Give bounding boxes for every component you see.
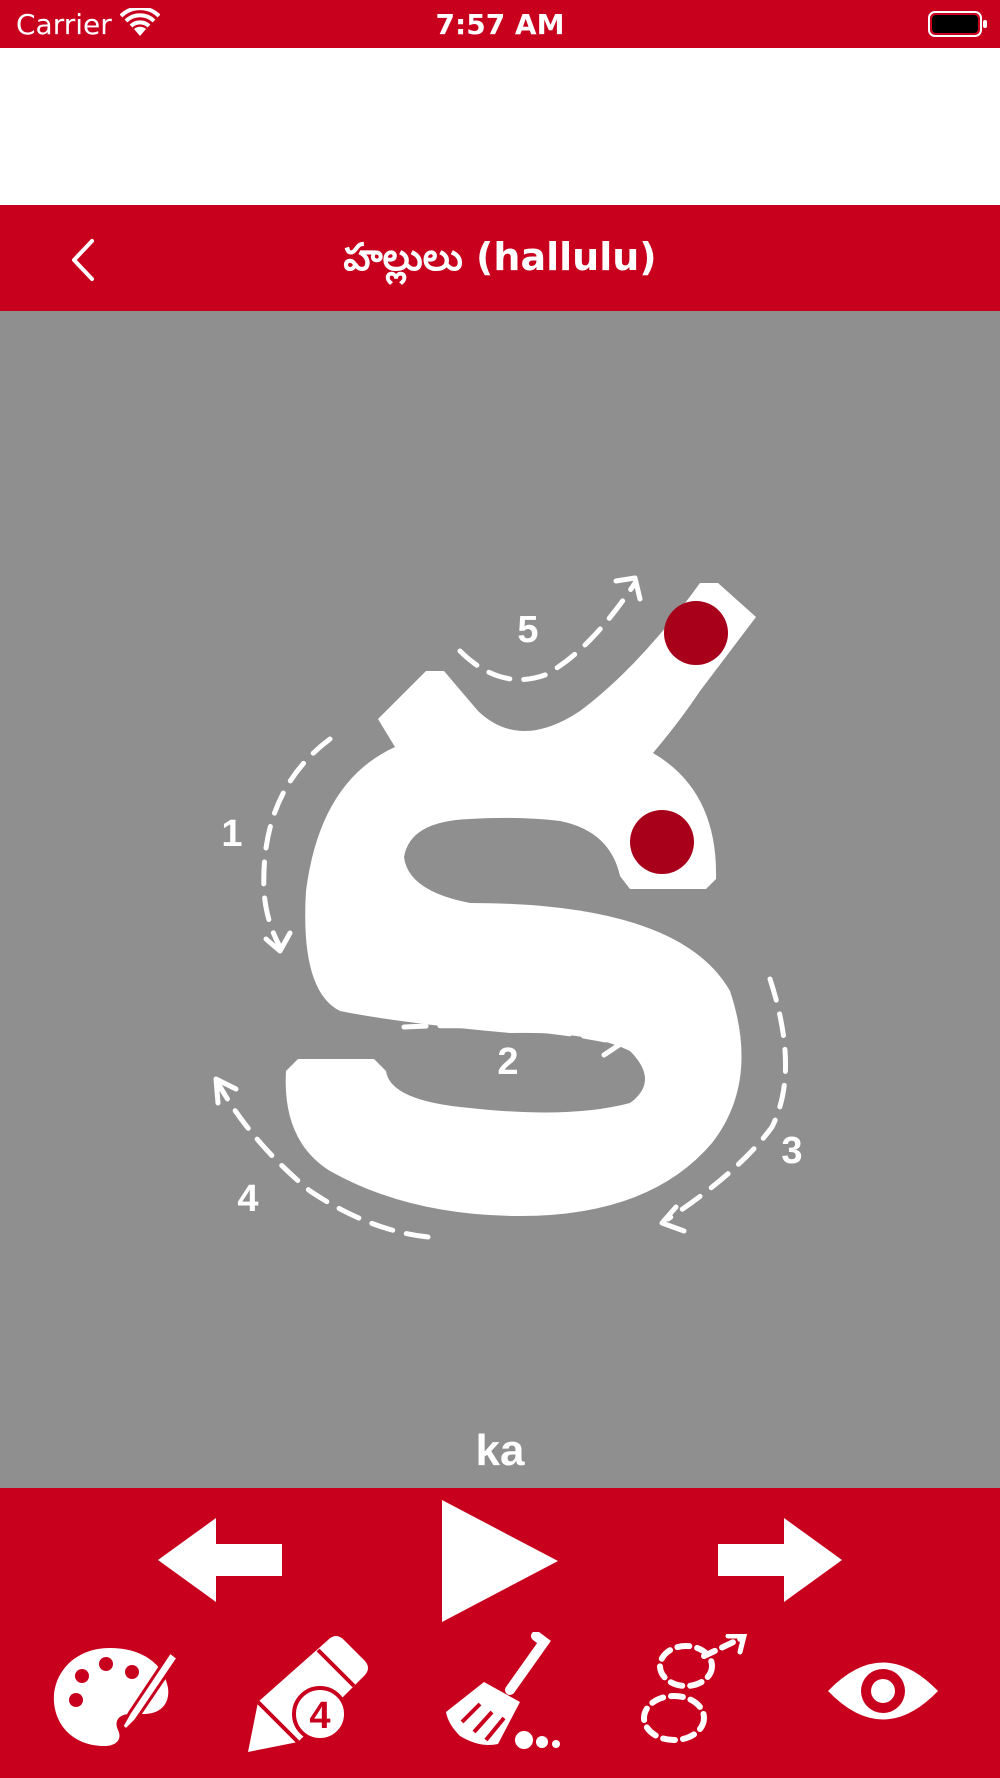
letter-transliteration: ka <box>475 1426 525 1475</box>
start-dot-1 <box>630 810 694 874</box>
letter-tracing-guide[interactable]: 1 2 3 4 5 <box>0 311 1000 1488</box>
guide-path-5 <box>457 580 638 683</box>
stroke-number-3: 3 <box>781 1130 802 1172</box>
app-root: Carrier 7:57 AM హల్లులు (hallulu) 1 2 3 … <box>0 0 1000 1778</box>
status-bar: Carrier 7:57 AM <box>0 0 1000 48</box>
stroke-number-2: 2 <box>497 1041 518 1083</box>
arrow-left-icon[interactable] <box>158 1518 282 1602</box>
letter-shape <box>285 583 756 1216</box>
status-time: 7:57 AM <box>435 8 565 41</box>
arrow-right-icon[interactable] <box>718 1518 842 1602</box>
stroke-number-4: 4 <box>237 1178 258 1220</box>
pencil-badge: 4 <box>309 1695 330 1737</box>
tracing-canvas[interactable]: 1 2 3 4 5 ka <box>0 311 1000 1488</box>
arrowhead-5 <box>613 575 643 602</box>
ad-banner <box>0 48 1000 205</box>
play-icon[interactable] <box>442 1500 558 1622</box>
broom-icon[interactable] <box>440 1632 564 1752</box>
page-title: హల్లులు (hallulu) <box>343 235 657 279</box>
stroke-number-1: 1 <box>221 813 242 855</box>
battery-full-icon <box>928 11 987 37</box>
eye-icon[interactable] <box>826 1652 940 1730</box>
pencil-icon[interactable]: 4 <box>244 1632 372 1752</box>
bottom-toolbar: 4 <box>0 1488 1000 1778</box>
start-dot-5 <box>664 601 728 665</box>
trace-path-icon[interactable] <box>632 1634 756 1750</box>
palette-icon[interactable] <box>52 1642 180 1750</box>
nav-bar: హల్లులు (hallulu) <box>0 205 1000 311</box>
stroke-number-5: 5 <box>517 609 538 651</box>
